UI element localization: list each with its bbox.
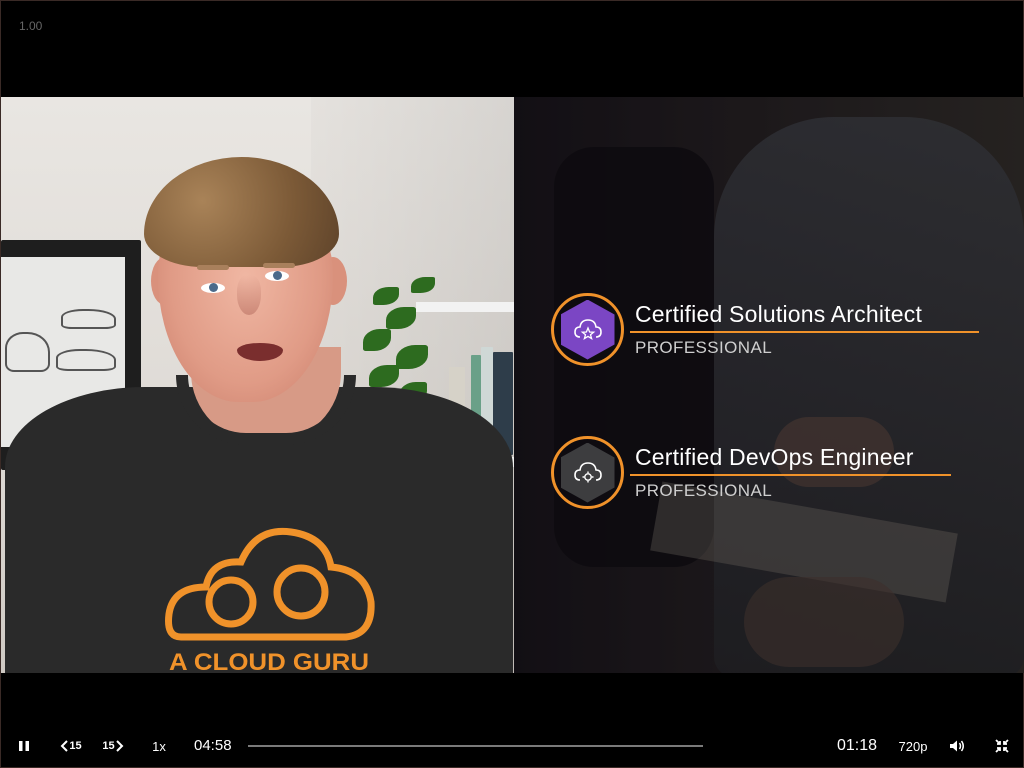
presenter-nose bbox=[237, 275, 261, 315]
skip-back-label: 15 bbox=[69, 740, 82, 752]
presenter-eye bbox=[201, 283, 225, 293]
presenter-brow bbox=[263, 263, 295, 268]
presenter-hair bbox=[144, 157, 339, 267]
certification-scene: Certified Solutions Architect PROFESSION… bbox=[514, 97, 1024, 673]
skip-forward-button[interactable]: 15 bbox=[95, 729, 131, 763]
cloud-guru-logo: A CLOUD GURU bbox=[165, 527, 375, 673]
certification-underline bbox=[630, 331, 979, 333]
skip-back-button[interactable]: 15 bbox=[53, 729, 89, 763]
rate-readout: 1.00 bbox=[19, 19, 43, 33]
video-player: 1.00 A CLOUD GURU Certified Solutions Ar… bbox=[0, 0, 1024, 768]
progress-scrubber[interactable] bbox=[248, 745, 703, 747]
certification-item: Certified Solutions Architect PROFESSION… bbox=[551, 291, 991, 371]
cloud-gear-icon bbox=[573, 461, 602, 482]
sketch-car bbox=[56, 349, 116, 371]
presenter-brow bbox=[197, 265, 229, 270]
dim-overlay bbox=[514, 97, 1024, 673]
sketch-car bbox=[5, 332, 50, 372]
shirt-text: A CLOUD GURU bbox=[169, 649, 369, 673]
certification-item: Certified DevOps Engineer PROFESSIONAL bbox=[551, 434, 991, 514]
certification-title: Certified Solutions Architect bbox=[635, 301, 923, 327]
certification-level: PROFESSIONAL bbox=[635, 481, 773, 500]
bookshelf bbox=[416, 302, 514, 312]
skip-forward-label: 15 bbox=[102, 740, 115, 752]
pause-button[interactable] bbox=[11, 729, 37, 763]
certification-badge bbox=[551, 293, 624, 366]
playback-rate-button[interactable]: 1x bbox=[145, 729, 173, 763]
quality-button[interactable]: 720p bbox=[895, 729, 931, 763]
cloud-star-icon bbox=[573, 318, 602, 340]
time-remaining: 01:18 bbox=[837, 737, 878, 754]
exit-fullscreen-button[interactable] bbox=[991, 729, 1013, 763]
volume-icon bbox=[950, 740, 964, 752]
presenter-eye bbox=[265, 271, 289, 281]
time-elapsed: 04:58 bbox=[194, 737, 232, 754]
certification-level: PROFESSIONAL bbox=[635, 338, 773, 357]
presenter-scene: A CLOUD GURU bbox=[1, 97, 514, 673]
certification-underline bbox=[630, 474, 951, 476]
video-frame[interactable]: A CLOUD GURU Certified Solutions Archite… bbox=[1, 97, 1024, 673]
volume-button[interactable] bbox=[945, 729, 969, 763]
chevron-right-icon bbox=[115, 740, 124, 752]
certification-title: Certified DevOps Engineer bbox=[635, 444, 914, 470]
chevron-left-icon bbox=[60, 740, 69, 752]
exit-fullscreen-icon bbox=[995, 739, 1009, 753]
certification-badge bbox=[551, 436, 624, 509]
pause-icon bbox=[19, 741, 29, 751]
sketch-car bbox=[61, 309, 116, 329]
player-controls: 15 15 1x 04:58 01:18 720p bbox=[1, 729, 1024, 763]
